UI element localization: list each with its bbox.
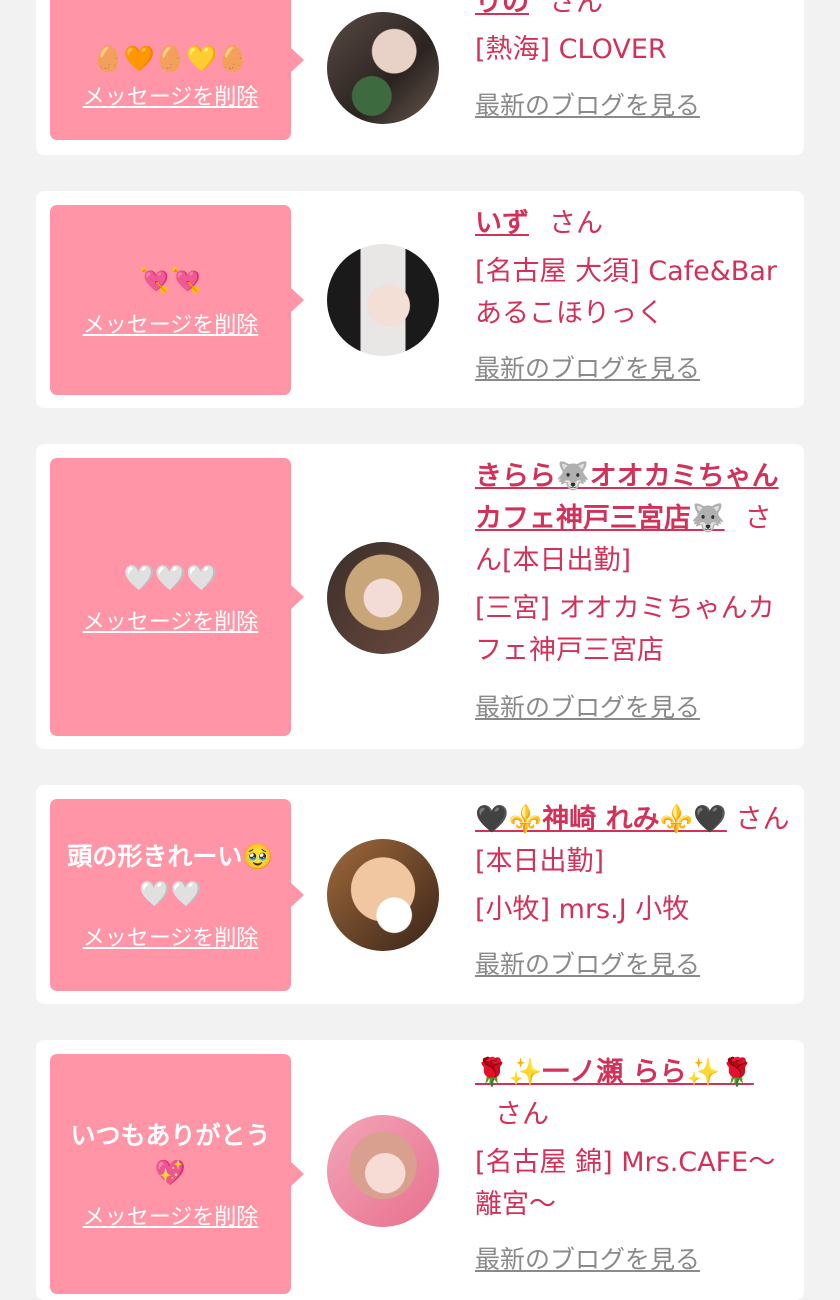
delete-message-link[interactable]: メッセージを削除 <box>83 604 259 636</box>
shop-name: [熱海] CLOVER <box>475 34 667 65</box>
san-suffix: さん <box>549 0 603 18</box>
message-text: 頭の形きれーい🥹🤍🤍 <box>67 842 274 908</box>
latest-blog-link[interactable]: 最新のブログを見る <box>475 688 700 724</box>
favorite-card: 頭の形きれーい🥹🤍🤍 メッセージを削除 🖤⚜️神崎 れみ⚜️🖤 さん [本日出勤]… <box>36 785 804 1004</box>
girl-name-link[interactable]: 🌹✨一ノ瀬 らら✨🌹 <box>475 1057 754 1088</box>
girl-name-link[interactable]: きらら🐺オオカミちゃんカフェ神戸三宮店🐺 <box>475 461 779 534</box>
girl-name-link[interactable]: りの <box>475 0 529 18</box>
san-suffix: さん <box>495 1099 549 1130</box>
latest-blog-link[interactable]: 最新のブログを見る <box>475 945 700 981</box>
girl-info: りの さん [熱海] CLOVER 最新のブログを見る <box>475 0 793 122</box>
shop-name: [三宮] オオカミちゃんカフェ神戸三宮店 <box>475 593 775 666</box>
avatar[interactable] <box>327 1115 439 1227</box>
shop-name: [名古屋 大須] Cafe&Bar あるこほりっく <box>475 256 777 329</box>
delete-message-link[interactable]: メッセージを削除 <box>83 920 259 952</box>
latest-blog-link[interactable]: 最新のブログを見る <box>475 349 700 385</box>
girl-info: きらら🐺オオカミちゃんカフェ神戸三宮店🐺 さん[本日出勤] [三宮] オオカミちゃ… <box>475 456 793 724</box>
message-bubble: いつもありがとう💖 メッセージを削除 <box>50 1054 304 1294</box>
girl-info: いず さん [名古屋 大須] Cafe&Bar あるこほりっく 最新のブログを見る <box>475 203 793 385</box>
favorite-card: 🤍🤍🤍 メッセージを削除 きらら🐺オオカミちゃんカフェ神戸三宮店🐺 さん[本日出勤… <box>36 444 804 749</box>
san-suffix: さん <box>549 208 603 239</box>
favorite-card: 💘💘 メッセージを削除 いず さん [名古屋 大須] Cafe&Bar あるこほり… <box>36 191 804 408</box>
delete-message-link[interactable]: メッセージを削除 <box>83 1199 259 1231</box>
shop-name: [名古屋 錦] Mrs.CAFE〜離宮〜 <box>475 1147 776 1220</box>
work-status: [本日出勤] <box>475 846 605 877</box>
girl-info: 🌹✨一ノ瀬 らら✨🌹 さん [名古屋 錦] Mrs.CAFE〜離宮〜 最新のブログ… <box>475 1052 793 1276</box>
avatar[interactable] <box>327 244 439 356</box>
avatar[interactable] <box>327 839 439 951</box>
message-text: 🥚🧡🥚💛🥚 <box>92 43 249 73</box>
avatar[interactable] <box>327 542 439 654</box>
girl-info: 🖤⚜️神崎 れみ⚜️🖤 さん [本日出勤] [小牧] mrs.J 小牧 最新のブロ… <box>475 799 793 981</box>
shop-name: [小牧] mrs.J 小牧 <box>475 894 690 925</box>
girl-name-link[interactable]: 🖤⚜️神崎 れみ⚜️🖤 <box>475 804 727 835</box>
work-status: [本日出勤] <box>502 545 632 576</box>
delete-message-link[interactable]: メッセージを削除 <box>83 307 259 339</box>
latest-blog-link[interactable]: 最新のブログを見る <box>475 1240 700 1276</box>
message-bubble: 💘💘 メッセージを削除 <box>50 205 304 395</box>
avatar[interactable] <box>327 12 439 124</box>
delete-message-link[interactable]: メッセージを削除 <box>83 79 259 111</box>
favorite-card: いつもありがとう💖 メッセージを削除 🌹✨一ノ瀬 らら✨🌹 さん [名古屋 錦] … <box>36 1040 804 1300</box>
message-bubble: 🥚🧡🥚💛🥚 メッセージを削除 <box>50 0 304 140</box>
message-bubble: 🤍🤍🤍 メッセージを削除 <box>50 458 304 736</box>
message-bubble: 頭の形きれーい🥹🤍🤍 メッセージを削除 <box>50 799 304 991</box>
girl-name-link[interactable]: いず <box>475 208 529 239</box>
message-text: 💘💘 <box>139 265 202 295</box>
message-text: 🤍🤍🤍 <box>123 562 218 592</box>
message-text: いつもありがとう💖 <box>70 1121 271 1187</box>
latest-blog-link[interactable]: 最新のブログを見る <box>475 86 700 122</box>
favorite-card: 🥚🧡🥚💛🥚 メッセージを削除 りの さん [熱海] CLOVER 最新のブログを見… <box>36 0 804 155</box>
san-suffix: さん <box>735 804 790 835</box>
